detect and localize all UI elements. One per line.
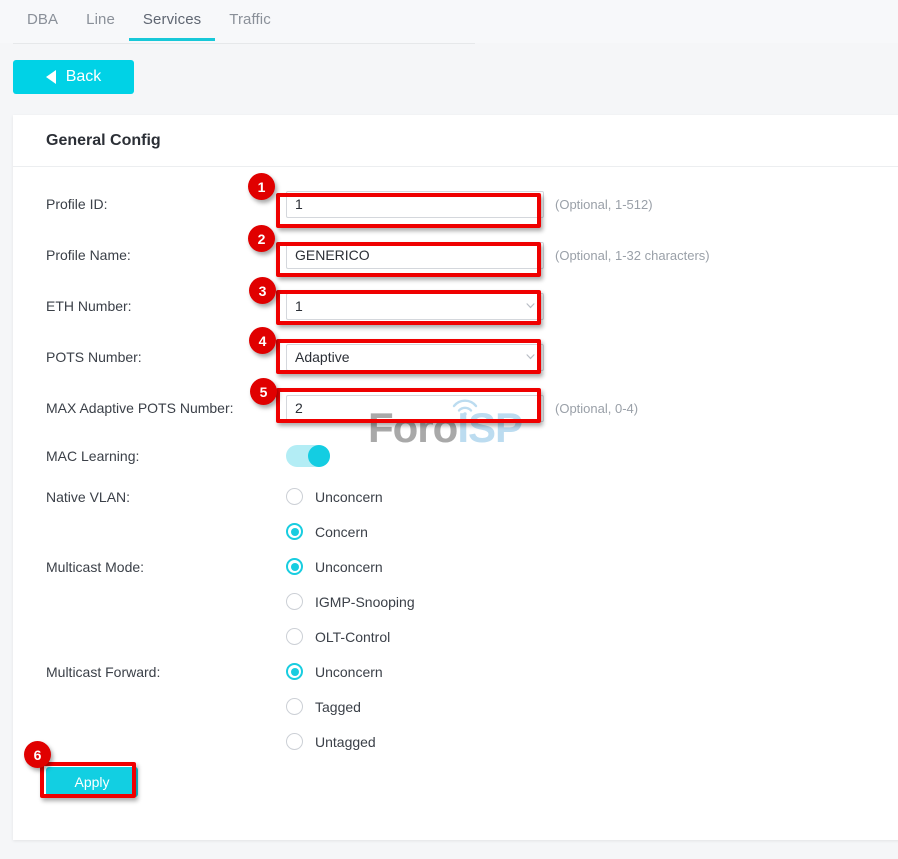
multicast-forward-option-untagged[interactable]: Untagged bbox=[286, 733, 376, 750]
row-max-adaptive-pots-number: MAX Adaptive POTS Number: (Optional, 0-4… bbox=[13, 393, 898, 423]
radio-label: Untagged bbox=[315, 734, 376, 750]
eth-number-value: 1 bbox=[295, 298, 303, 314]
back-button[interactable]: Back bbox=[13, 60, 134, 94]
card-header: General Config bbox=[13, 115, 898, 167]
radio-label: Concern bbox=[315, 524, 368, 540]
radio-icon[interactable] bbox=[286, 733, 303, 750]
multicast-mode-option-unconcern[interactable]: Unconcern bbox=[286, 558, 383, 575]
label-native-vlan: Native VLAN: bbox=[13, 488, 286, 505]
pots-number-select[interactable]: Adaptive bbox=[286, 344, 544, 371]
tab-list: DBA Line Services Traffic bbox=[13, 11, 285, 41]
toggle-knob bbox=[308, 445, 330, 467]
row-multicast-forward: Multicast Forward: Unconcern Tagged Unta… bbox=[13, 663, 898, 750]
label-max-adaptive-pots-number: MAX Adaptive POTS Number: bbox=[13, 400, 286, 416]
radio-label: IGMP-Snooping bbox=[315, 594, 415, 610]
page-root: DBA Line Services Traffic Back General C… bbox=[0, 0, 898, 859]
triangle-left-icon bbox=[46, 70, 56, 84]
general-config-form: Profile ID: (Optional, 1-512) Profile Na… bbox=[13, 167, 898, 797]
row-multicast-mode: Multicast Mode: Unconcern IGMP-Snooping … bbox=[13, 558, 898, 645]
row-apply: Apply bbox=[13, 767, 898, 797]
radio-label: Unconcern bbox=[315, 559, 383, 575]
tab-dba[interactable]: DBA bbox=[13, 11, 72, 41]
row-profile-id: Profile ID: (Optional, 1-512) bbox=[13, 189, 898, 219]
radio-icon[interactable] bbox=[286, 558, 303, 575]
general-config-card: General Config Profile ID: (Optional, 1-… bbox=[13, 115, 898, 840]
tab-bar-divider bbox=[13, 43, 475, 44]
multicast-mode-option-olt-control[interactable]: OLT-Control bbox=[286, 628, 390, 645]
radio-icon[interactable] bbox=[286, 488, 303, 505]
pots-number-value: Adaptive bbox=[295, 349, 349, 365]
tab-bar: DBA Line Services Traffic bbox=[0, 0, 898, 43]
radio-icon[interactable] bbox=[286, 593, 303, 610]
label-mac-learning: MAC Learning: bbox=[13, 448, 286, 464]
radio-label: Unconcern bbox=[315, 489, 383, 505]
radio-icon[interactable] bbox=[286, 523, 303, 540]
radio-label: OLT-Control bbox=[315, 629, 390, 645]
tab-services[interactable]: Services bbox=[129, 11, 215, 41]
apply-button[interactable]: Apply bbox=[46, 767, 138, 797]
radio-icon[interactable] bbox=[286, 628, 303, 645]
mac-learning-toggle[interactable] bbox=[286, 445, 330, 467]
hint-profile-name: (Optional, 1-32 characters) bbox=[555, 248, 710, 263]
row-eth-number: ETH Number: 1 bbox=[13, 291, 898, 321]
eth-number-select[interactable]: 1 bbox=[286, 293, 544, 320]
label-profile-id: Profile ID: bbox=[13, 196, 286, 212]
max-adaptive-pots-number-input[interactable] bbox=[286, 395, 544, 422]
multicast-forward-option-unconcern[interactable]: Unconcern bbox=[286, 663, 383, 680]
radio-icon[interactable] bbox=[286, 698, 303, 715]
row-native-vlan: Native VLAN: Unconcern Concern bbox=[13, 488, 898, 540]
tab-traffic[interactable]: Traffic bbox=[215, 11, 285, 41]
radio-label: Tagged bbox=[315, 699, 361, 715]
page-title: General Config bbox=[46, 132, 161, 150]
row-mac-learning: MAC Learning: bbox=[13, 441, 898, 471]
row-pots-number: POTS Number: Adaptive bbox=[13, 342, 898, 372]
native-vlan-option-concern[interactable]: Concern bbox=[286, 523, 368, 540]
back-button-label: Back bbox=[66, 69, 102, 85]
radio-icon[interactable] bbox=[286, 663, 303, 680]
row-profile-name: Profile Name: (Optional, 1-32 characters… bbox=[13, 240, 898, 270]
profile-name-input[interactable] bbox=[286, 242, 544, 269]
radio-label: Unconcern bbox=[315, 664, 383, 680]
label-multicast-mode: Multicast Mode: bbox=[13, 558, 286, 575]
native-vlan-option-unconcern[interactable]: Unconcern bbox=[286, 488, 383, 505]
label-eth-number: ETH Number: bbox=[13, 298, 286, 314]
multicast-forward-option-tagged[interactable]: Tagged bbox=[286, 698, 361, 715]
hint-max-adaptive-pots-number: (Optional, 0-4) bbox=[555, 401, 638, 416]
label-profile-name: Profile Name: bbox=[13, 247, 286, 263]
label-multicast-forward: Multicast Forward: bbox=[13, 663, 286, 680]
multicast-mode-option-igmp-snooping[interactable]: IGMP-Snooping bbox=[286, 593, 415, 610]
profile-id-input[interactable] bbox=[286, 191, 544, 218]
hint-profile-id: (Optional, 1-512) bbox=[555, 197, 653, 212]
tab-line[interactable]: Line bbox=[72, 11, 129, 41]
label-pots-number: POTS Number: bbox=[13, 349, 286, 365]
